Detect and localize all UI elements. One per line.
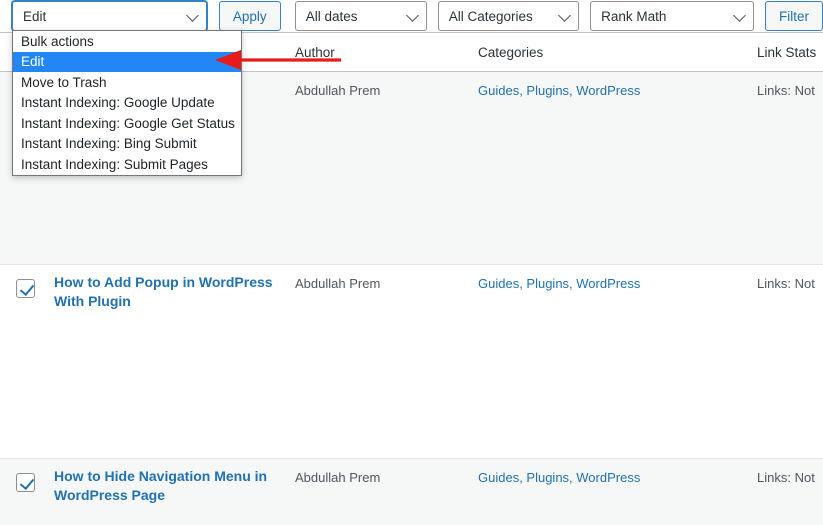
table-row: How to Add Popup in WordPress With Plugi… (0, 265, 823, 459)
bulk-actions-toolbar: Edit Apply All dates All Categories Rank… (0, 0, 823, 32)
row-select-checkbox[interactable] (16, 473, 35, 492)
wordpress-posts-list-screen: Edit Apply All dates All Categories Rank… (0, 0, 823, 525)
table-row: How to Hide Navigation Menu in WordPress… (0, 459, 823, 525)
apply-button[interactable]: Apply (218, 1, 281, 31)
dates-filter-select[interactable]: All dates (294, 1, 427, 31)
bulk-actions-option[interactable]: Instant Indexing: Google Update (13, 92, 241, 113)
apply-button-label: Apply (232, 8, 267, 24)
post-author-link[interactable]: Abdullah Prem (295, 470, 380, 485)
chevron-down-icon (186, 9, 199, 22)
bulk-actions-option[interactable]: Instant Indexing: Google Get Status (13, 113, 241, 134)
post-categories-link[interactable]: Guides, Plugins, WordPress (478, 83, 640, 98)
checkbox-checked-icon (16, 279, 35, 298)
chevron-down-icon (733, 9, 746, 22)
bulk-actions-option-label: Instant Indexing: Submit Pages (21, 156, 208, 172)
bulk-actions-option-label: Instant Indexing: Google Update (21, 95, 215, 111)
post-title-link[interactable]: How to Hide Navigation Menu in WordPress… (54, 467, 284, 505)
post-link-stats: Links: Not (757, 470, 815, 485)
post-link-stats: Links: Not (757, 83, 815, 98)
categories-filter-value: All Categories (448, 8, 533, 24)
bulk-actions-dropdown-list[interactable]: Bulk actions Edit Move to Trash Instant Ind… (12, 30, 242, 176)
bulk-actions-option[interactable]: Edit (13, 51, 241, 72)
column-header-categories[interactable]: Categories (478, 33, 543, 72)
post-title-link[interactable]: How to Add Popup in WordPress With Plugi… (54, 273, 284, 311)
bulk-actions-option-label: Instant Indexing: Bing Submit (21, 136, 197, 152)
filter-button[interactable]: Filter (765, 1, 823, 31)
bulk-actions-option[interactable]: Bulk actions (13, 31, 241, 52)
bulk-actions-option[interactable]: Move to Trash (13, 72, 241, 93)
post-author-link[interactable]: Abdullah Prem (295, 83, 380, 98)
categories-filter-select[interactable]: All Categories (437, 1, 580, 31)
checkbox-checked-icon (16, 473, 35, 492)
bulk-actions-option[interactable]: Instant Indexing: Submit Pages (13, 154, 241, 175)
dates-filter-value: All dates (305, 8, 358, 24)
rank-math-filter-value: Rank Math (601, 8, 667, 24)
bulk-actions-option-label: Move to Trash (21, 74, 107, 90)
filter-button-label: Filter (779, 8, 809, 24)
column-header-author[interactable]: Author (295, 33, 335, 72)
chevron-down-icon (558, 9, 571, 22)
bulk-actions-option-label: Edit (21, 54, 45, 70)
bulk-actions-option-label: Bulk actions (21, 33, 94, 49)
rank-math-filter-select[interactable]: Rank Math (590, 1, 754, 31)
bulk-actions-select-value: Edit (23, 8, 47, 24)
row-select-checkbox[interactable] (16, 279, 35, 298)
bulk-actions-option-label: Instant Indexing: Google Get Status (21, 115, 235, 131)
bulk-actions-select[interactable]: Edit (12, 1, 207, 31)
bulk-actions-option[interactable]: Instant Indexing: Bing Submit (13, 133, 241, 154)
column-header-link-stats[interactable]: Link Stats (757, 33, 816, 72)
chevron-down-icon (405, 9, 419, 22)
post-categories-link[interactable]: Guides, Plugins, WordPress (478, 276, 640, 291)
post-link-stats: Links: Not (757, 276, 815, 291)
post-categories-link[interactable]: Guides, Plugins, WordPress (478, 470, 640, 485)
post-author-link[interactable]: Abdullah Prem (295, 276, 380, 291)
